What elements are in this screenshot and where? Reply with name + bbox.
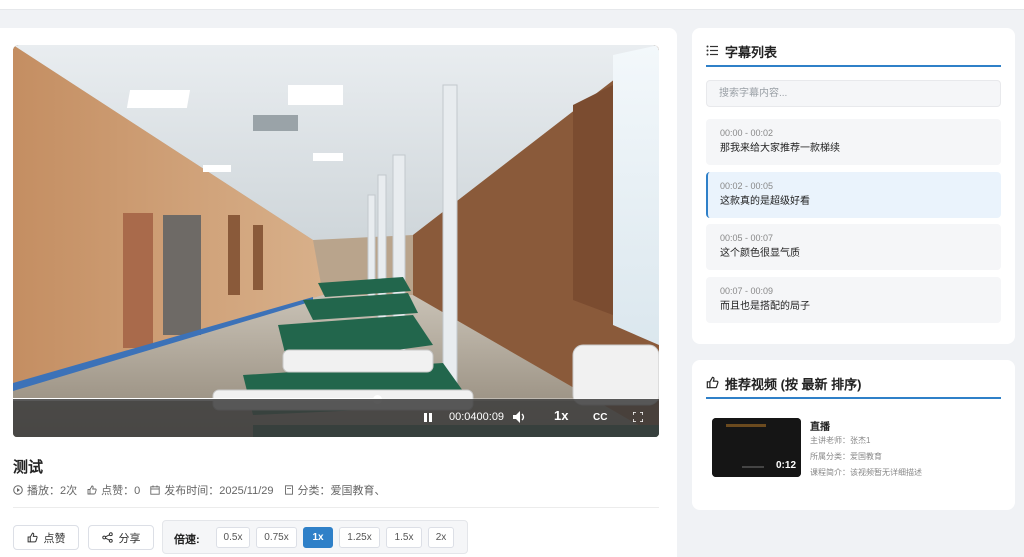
subtitle-panel: 字幕列表 00:00 - 00:02 那我来给大家推荐一款梯续 00:02 - …: [692, 28, 1015, 344]
likes-count: 点赞：0: [101, 485, 141, 497]
speed-option[interactable]: 0.5x: [216, 527, 250, 548]
captions-button[interactable]: CC: [593, 410, 607, 426]
recommended-header-title: 推荐视频 (按 最新 排序): [725, 377, 862, 392]
plays-meta: 播放：2次: [13, 482, 77, 498]
subtitle-search-input[interactable]: [706, 80, 1001, 107]
thumbs-up-icon: [706, 376, 719, 389]
video-duration: 0:12: [775, 460, 796, 471]
subtitle-time: 00:00 - 00:02: [720, 128, 774, 138]
speed-option[interactable]: 1.5x: [386, 527, 422, 548]
category-label[interactable]: 分类：爱国教育、: [298, 482, 386, 498]
video-player[interactable]: 00:0400:09 1x CC: [13, 45, 659, 437]
video-frame: [13, 45, 659, 437]
thumbs-up-icon: [87, 485, 97, 495]
speed-selector: 倍速: 0.5x 0.75x 1x 1.25x 1.5x 2x: [162, 520, 468, 554]
subtitle-time: 00:02 - 00:05: [720, 181, 774, 191]
playback-speed-button[interactable]: 1x: [554, 408, 568, 424]
share-button[interactable]: 分享: [88, 525, 154, 550]
video-meta: 播放：2次 点赞：0 发布时间：2025/11/29 分类：爱国教育、: [13, 482, 386, 498]
subtitle-header-title: 字幕列表: [725, 45, 778, 60]
time-display: 00:0400:09: [449, 411, 505, 423]
like-button[interactable]: 点赞: [13, 525, 79, 550]
recommended-teacher: 主讲老师：张杰1: [810, 436, 871, 445]
divider: [13, 507, 659, 508]
recommended-header: 推荐视频 (按 最新 排序): [706, 374, 1001, 399]
recommended-video-title[interactable]: 直播: [810, 418, 830, 433]
subtitle-text: 而且也是搭配的局子: [720, 301, 810, 312]
speed-option[interactable]: 1x: [303, 527, 333, 548]
recommended-panel: 推荐视频 (按 最新 排序) 0:12 直播 主讲老师：张杰1 所属分类：爱国教…: [692, 360, 1015, 510]
subtitle-text: 这款真的是超级好看: [720, 196, 810, 207]
subtitle-item[interactable]: 00:00 - 00:02 那我来给大家推荐一款梯续: [706, 119, 1001, 165]
subtitle-time: 00:07 - 00:09: [720, 286, 774, 296]
plays-count: 播放：2次: [27, 485, 78, 497]
calendar-icon: [150, 485, 160, 495]
top-nav-bar: [0, 0, 1024, 10]
speed-option[interactable]: 2x: [428, 527, 454, 548]
play-circle-icon: [13, 485, 23, 495]
subtitle-item-active[interactable]: 00:02 - 00:05 这款真的是超级好看: [706, 172, 1001, 218]
subtitle-header: 字幕列表: [706, 42, 1001, 67]
subtitle-item[interactable]: 00:07 - 00:09 而且也是搭配的局子: [706, 277, 1001, 323]
volume-icon[interactable]: [513, 411, 527, 423]
subtitle-text: 这个颜色很显气质: [720, 248, 800, 259]
fullscreen-icon[interactable]: [633, 412, 643, 422]
list-icon: [706, 45, 718, 56]
video-title: 测试: [13, 459, 44, 476]
recommended-video-item[interactable]: 0:12 直播 主讲老师：张杰1 所属分类：爱国教育 课程简介：该视频暂无详细描…: [712, 418, 1002, 478]
speed-option[interactable]: 0.75x: [256, 527, 297, 548]
publish-date: 发布时间：2025/11/29: [164, 485, 274, 497]
video-thumbnail[interactable]: 0:12: [712, 418, 801, 477]
share-button-label: 分享: [118, 532, 141, 545]
category-meta: 分类：爱国教育、: [284, 482, 386, 498]
subtitle-text: 那我来给大家推荐一款梯续: [720, 143, 840, 154]
share-icon: [101, 532, 113, 543]
speed-label: 倍速:: [174, 534, 200, 546]
subtitle-item[interactable]: 00:05 - 00:07 这个颜色很显气质: [706, 224, 1001, 270]
thumbs-up-icon: [27, 532, 38, 543]
recommended-intro: 课程简介：该视频暂无详细描述: [810, 468, 922, 477]
subtitle-time: 00:05 - 00:07: [720, 233, 774, 243]
document-icon: [284, 485, 293, 495]
likes-meta: 点赞：0: [87, 482, 140, 498]
publish-meta: 发布时间：2025/11/29: [150, 482, 274, 498]
pause-icon[interactable]: [424, 413, 432, 422]
recommended-category: 所属分类：爱国教育: [810, 452, 882, 461]
like-button-label: 点赞: [43, 532, 66, 545]
speed-option[interactable]: 1.25x: [339, 527, 380, 548]
